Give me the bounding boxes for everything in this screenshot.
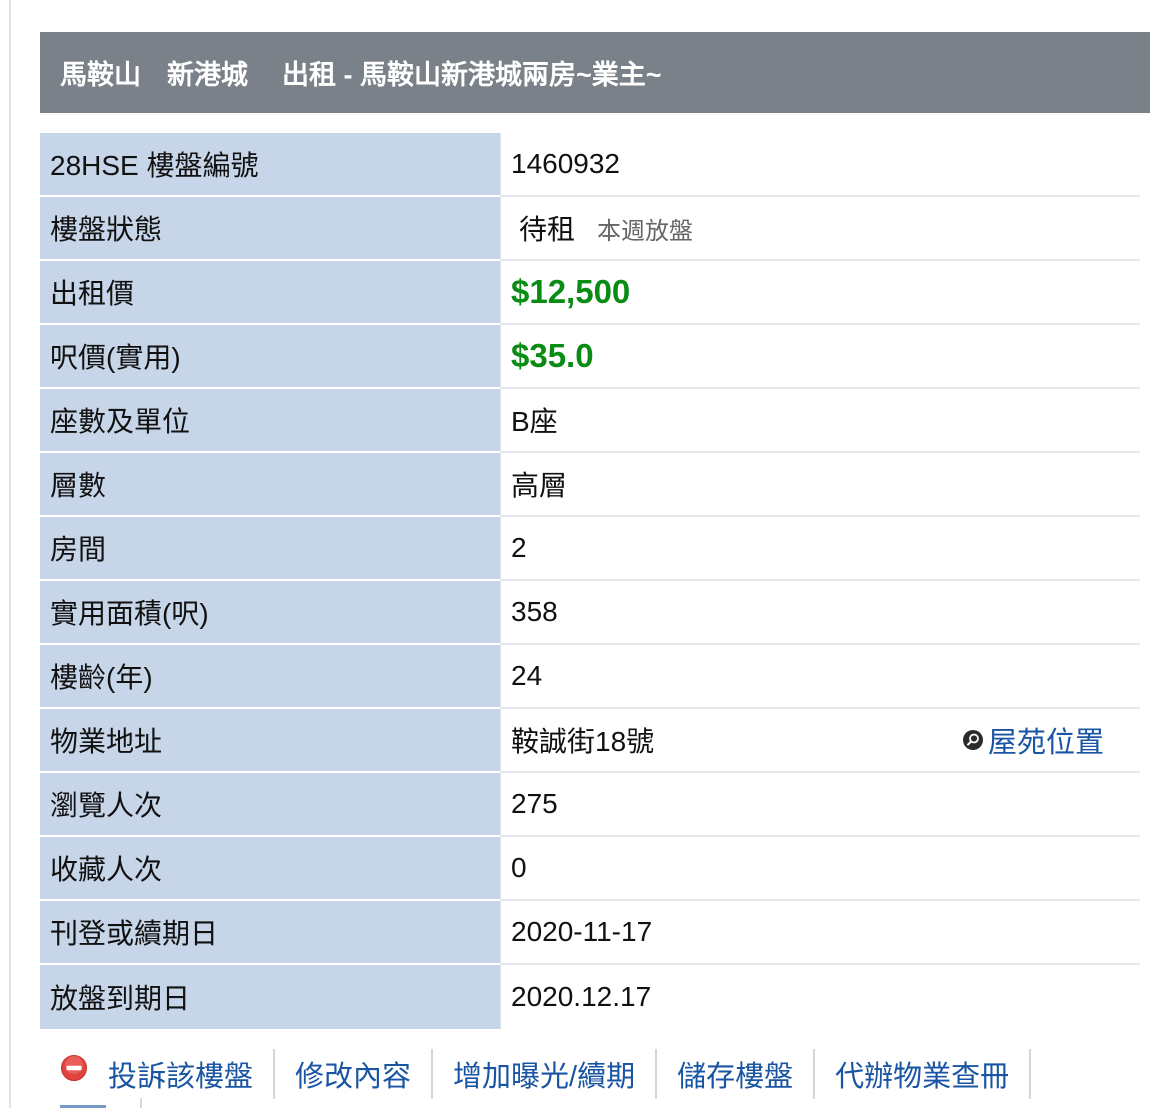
detail-label: 層數 xyxy=(40,453,500,517)
detail-value: 358 xyxy=(500,581,1140,645)
listing-page: 馬鞍山 新港城 出租 - 馬鞍山新港城兩房~業主~ 28HSE 樓盤編號 146… xyxy=(0,0,1150,1108)
detail-row-block-unit: 座數及單位 B座 xyxy=(40,389,1140,453)
detail-row-views: 瀏覽人次 275 xyxy=(40,773,1140,837)
detail-row-address: 物業地址 鞍誠街18號 屋苑位置 xyxy=(40,709,1140,773)
detail-row-floor: 層數 高層 xyxy=(40,453,1140,517)
detail-row-rent-price: 出租價 $12,500 xyxy=(40,261,1140,325)
listing-details-table: 28HSE 樓盤編號 1460932 樓盤狀態 待租 本週放盤 出租價 $12,… xyxy=(40,133,1140,1029)
clipped-next-action xyxy=(60,1102,120,1108)
detail-value: $35.0 xyxy=(500,325,1140,389)
detail-value: 0 xyxy=(500,837,1140,901)
status-value: 待租 xyxy=(519,214,576,245)
complain-label: 投訴該樓盤 xyxy=(108,1061,254,1093)
detail-label: 座數及單位 xyxy=(40,389,500,453)
title-search-button[interactable]: 代辦物業查冊 xyxy=(815,1049,1032,1099)
address-value: 鞍誠街18號 xyxy=(511,726,655,757)
detail-value: 2 xyxy=(500,517,1140,581)
detail-value: 24 xyxy=(500,645,1140,709)
detail-label: 實用面積(呎) xyxy=(40,581,500,645)
detail-label: 收藏人次 xyxy=(40,837,500,901)
price-per-sqft: $35.0 xyxy=(511,337,594,374)
detail-label: 放盤到期日 xyxy=(40,965,500,1029)
rent-price: $12,500 xyxy=(511,273,631,310)
detail-value: $12,500 xyxy=(500,261,1140,325)
detail-value: 2020.12.17 xyxy=(500,965,1140,1029)
detail-value: 2020-11-17 xyxy=(500,901,1140,965)
detail-value: 275 xyxy=(500,773,1140,837)
detail-row-price-per-sqft: 呎價(實用) $35.0 xyxy=(40,325,1140,389)
estate-location-link[interactable]: 屋苑位置 xyxy=(962,719,1104,761)
detail-value: 高層 xyxy=(500,453,1140,517)
detail-label: 出租價 xyxy=(40,261,500,325)
listing-header: 馬鞍山 新港城 出租 - 馬鞍山新港城兩房~業主~ xyxy=(40,32,1150,113)
status-note: 本週放盤 xyxy=(597,217,694,245)
detail-value: 1460932 xyxy=(500,133,1140,197)
detail-label: 物業地址 xyxy=(40,709,500,773)
header-district[interactable]: 馬鞍山 xyxy=(60,53,141,92)
detail-row-expiry-date: 放盤到期日 2020.12.17 xyxy=(40,965,1140,1029)
detail-row-listing-id: 28HSE 樓盤編號 1460932 xyxy=(40,133,1140,197)
detail-label: 瀏覽人次 xyxy=(40,773,500,837)
complain-button[interactable]: 投訴該樓盤 xyxy=(40,1049,276,1099)
detail-label: 呎價(實用) xyxy=(40,325,500,389)
detail-row-posted-date: 刊登或續期日 2020-11-17 xyxy=(40,901,1140,965)
detail-row-building-age: 樓齡(年) 24 xyxy=(40,645,1140,709)
listing-actions-bar: 投訴該樓盤 修改內容 增加曝光/續期 儲存樓盤 代辦物業查冊 xyxy=(40,1046,1032,1102)
detail-label: 樓盤狀態 xyxy=(40,197,500,261)
estate-location-label: 屋苑位置 xyxy=(987,727,1104,759)
actions-row-divider xyxy=(140,1098,142,1108)
detail-row-status: 樓盤狀態 待租 本週放盤 xyxy=(40,197,1140,261)
detail-value: B座 xyxy=(500,389,1140,453)
edit-content-button[interactable]: 修改內容 xyxy=(275,1049,434,1099)
no-entry-icon xyxy=(61,1055,87,1081)
left-divider xyxy=(9,0,11,1108)
header-estate[interactable]: 新港城 xyxy=(167,53,248,92)
detail-row-rooms: 房間 2 xyxy=(40,517,1140,581)
detail-label: 28HSE 樓盤編號 xyxy=(40,133,500,197)
detail-label: 樓齡(年) xyxy=(40,645,500,709)
detail-label: 刊登或續期日 xyxy=(40,901,500,965)
map-search-icon xyxy=(962,730,983,750)
boost-renew-button[interactable]: 增加曝光/續期 xyxy=(433,1049,658,1099)
save-listing-button[interactable]: 儲存樓盤 xyxy=(657,1049,816,1099)
detail-row-saleable-area: 實用面積(呎) 358 xyxy=(40,581,1140,645)
detail-row-favorites: 收藏人次 0 xyxy=(40,837,1140,901)
detail-value: 鞍誠街18號 屋苑位置 xyxy=(500,709,1140,773)
listing-title: 出租 - 馬鞍山新港城兩房~業主~ xyxy=(282,60,662,90)
detail-value: 待租 本週放盤 xyxy=(500,197,1140,261)
detail-label: 房間 xyxy=(40,517,500,581)
